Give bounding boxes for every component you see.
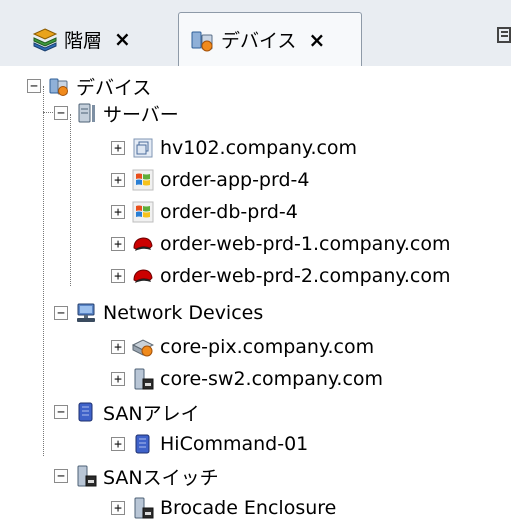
tree-node-server[interactable]: order-web-prd-2.company.com	[132, 261, 451, 291]
tree-node-san-switch[interactable]: SANスイッチ	[75, 461, 219, 491]
tree-node-san-array-item[interactable]: HiCommand-01	[132, 429, 308, 459]
tree-node-server[interactable]: order-web-prd-1.company.com	[132, 229, 451, 259]
close-icon[interactable]: ×	[308, 28, 325, 52]
expand-toggle[interactable]: +	[111, 205, 125, 219]
tree-node-label: Brocade Enclosure	[160, 497, 337, 519]
tree-node-label: Network Devices	[103, 302, 264, 324]
switch-icon	[134, 368, 154, 390]
redhat-icon	[133, 269, 153, 283]
tab-label: デバイス	[221, 30, 297, 52]
collapse-toggle[interactable]: −	[54, 306, 68, 320]
tree-node-label: サーバー	[103, 103, 179, 126]
expand-toggle[interactable]: +	[111, 437, 125, 451]
tree-node-server[interactable]: order-db-prd-4	[132, 197, 298, 227]
expand-toggle[interactable]: +	[111, 501, 125, 515]
tree-node-label: core-sw2.company.com	[160, 368, 384, 390]
tree-node-san-switch-item[interactable]: Brocade Enclosure	[132, 493, 336, 523]
devices-icon	[191, 31, 213, 51]
collapse-toggle[interactable]: −	[27, 79, 41, 93]
tab-devices[interactable]: デバイス ×	[178, 12, 362, 67]
tree-node-label: SANスイッチ	[103, 466, 219, 489]
close-icon[interactable]: ×	[114, 27, 131, 51]
tree-node-label: HiCommand-01	[160, 433, 309, 455]
network-icon	[77, 303, 95, 322]
layers-icon	[32, 28, 58, 52]
tree-connector	[70, 114, 71, 286]
tree-node-label: order-web-prd-2.company.com	[160, 265, 451, 287]
san-switch-icon	[77, 465, 97, 487]
redhat-icon	[133, 237, 153, 251]
windows-icon	[132, 169, 154, 191]
tree-node-server[interactable]: hv102.company.com	[132, 133, 357, 163]
tree-node-label: デバイス	[76, 76, 152, 99]
storage-array-icon	[135, 434, 150, 454]
tree-node-label: hv102.company.com	[160, 137, 358, 159]
tree-node-label: order-app-prd-4	[160, 169, 310, 191]
tree-connector	[43, 86, 44, 456]
tree-node-network-device[interactable]: core-sw2.company.com	[132, 364, 383, 394]
expand-toggle[interactable]: +	[111, 237, 125, 251]
tree-node-devices[interactable]: デバイス	[48, 71, 151, 101]
tree-node-network-device[interactable]: core-pix.company.com	[132, 332, 374, 362]
device-tree: − デバイス − サーバー + hv102.company.com + orde…	[0, 66, 511, 529]
expand-toggle[interactable]: +	[111, 173, 125, 187]
tree-node-label: order-db-prd-4	[160, 201, 298, 223]
windows-icon	[132, 201, 154, 223]
tree-node-label: SANアレイ	[103, 402, 200, 425]
collapse-toggle[interactable]: −	[54, 106, 68, 120]
storage-array-icon	[78, 402, 93, 422]
collapse-toggle[interactable]: −	[54, 405, 68, 419]
expand-toggle[interactable]: +	[111, 372, 125, 386]
collapse-toggle[interactable]: −	[54, 469, 68, 483]
tree-node-server[interactable]: order-app-prd-4	[132, 165, 309, 195]
firewall-icon	[132, 339, 154, 357]
list-icon[interactable]	[497, 22, 511, 50]
tab-strip: 階層 × デバイス ×	[0, 0, 511, 67]
tree-node-network-devices[interactable]: Network Devices	[75, 298, 263, 328]
expand-toggle[interactable]: +	[111, 269, 125, 283]
server-icon	[78, 103, 95, 123]
tree-node-san-array[interactable]: SANアレイ	[75, 397, 200, 427]
tab-label: 階層	[64, 29, 103, 52]
tree-node-label: core-pix.company.com	[160, 336, 375, 358]
expand-toggle[interactable]: +	[111, 340, 125, 354]
san-switch-icon	[134, 497, 154, 519]
tab-hierarchy[interactable]: 階層 ×	[22, 12, 178, 66]
vm-host-icon	[133, 138, 153, 158]
expand-toggle[interactable]: +	[111, 141, 125, 155]
tree-node-servers[interactable]: サーバー	[75, 98, 179, 128]
devices-icon	[49, 78, 68, 96]
tree-node-label: order-web-prd-1.company.com	[160, 233, 451, 255]
